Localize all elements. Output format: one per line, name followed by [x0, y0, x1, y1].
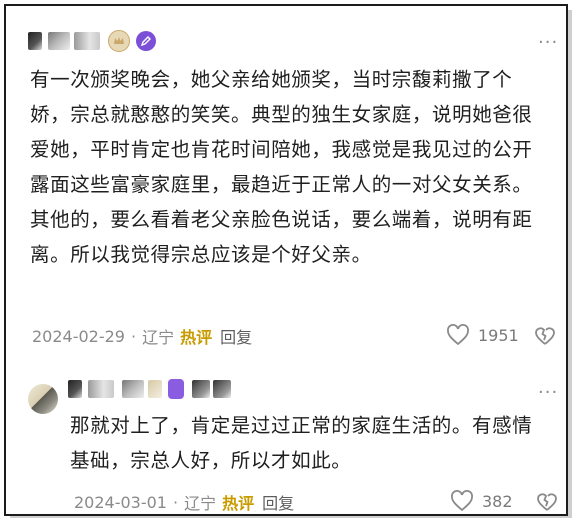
- like-button[interactable]: 1951: [446, 324, 519, 346]
- comment-meta: 2024-02-29 · 辽宁 热评 回复: [32, 324, 252, 348]
- broken-heart-icon: [535, 327, 555, 345]
- like-count: 382: [482, 491, 513, 511]
- dislike-button[interactable]: [534, 326, 556, 350]
- reply-button[interactable]: 回复: [262, 490, 294, 514]
- blurred-username-part: [74, 32, 100, 50]
- comment-location: 辽宁: [184, 494, 217, 513]
- heart-icon: [447, 324, 469, 346]
- user-header[interactable]: [28, 26, 156, 56]
- comment-meta: 2024-03-01 · 辽宁 热评 回复: [74, 490, 294, 514]
- like-count: 1951: [478, 325, 519, 345]
- blurred-username-part: [68, 380, 82, 398]
- meta-separator: ·: [130, 326, 137, 346]
- crown-badge-icon: [108, 30, 130, 52]
- level-badge-icon: [168, 379, 184, 399]
- user-header[interactable]: [68, 374, 234, 404]
- comment-date: 2024-03-01: [74, 492, 167, 512]
- comment-text: 有一次颁奖晚会，她父亲给她颁奖，当时宗馥莉撒了个娇，宗总就憨憨的笑笑。典型的独生…: [30, 68, 533, 266]
- like-button[interactable]: 382: [450, 490, 513, 512]
- more-dots-icon[interactable]: ···: [538, 32, 558, 53]
- reply-button[interactable]: 回复: [220, 324, 252, 348]
- comment-date: 2024-02-29: [32, 326, 125, 346]
- blurred-username-part: [192, 380, 210, 398]
- meta-separator: ·: [172, 492, 179, 512]
- heart-icon: [451, 490, 473, 512]
- hot-comment-badge: 热评: [180, 328, 213, 347]
- blurred-username-part: [122, 380, 144, 398]
- blurred-username-part: [28, 32, 42, 50]
- comment-text: 那就对上了，肯定是过过正常的家庭生活的。有感情基础，宗总人好，所以才如此。: [70, 414, 533, 472]
- blurred-username-part: [48, 32, 70, 50]
- pen-badge-icon: [136, 31, 156, 51]
- comment-location: 辽宁: [142, 328, 175, 347]
- blurred-username-part: [213, 380, 231, 398]
- hot-comment-badge: 热评: [222, 494, 255, 513]
- avatar[interactable]: [28, 384, 58, 414]
- dislike-button[interactable]: [536, 492, 558, 516]
- blurred-username-part: [88, 380, 114, 398]
- blurred-username-part: [148, 380, 162, 398]
- comment-screenshot-frame: ··· 有一次颁奖晚会，她父亲给她颁奖，当时宗馥莉撒了个娇，宗总就憨憨的笑笑。典…: [4, 4, 568, 516]
- more-dots-icon[interactable]: ···: [538, 382, 558, 403]
- broken-heart-icon: [537, 493, 557, 511]
